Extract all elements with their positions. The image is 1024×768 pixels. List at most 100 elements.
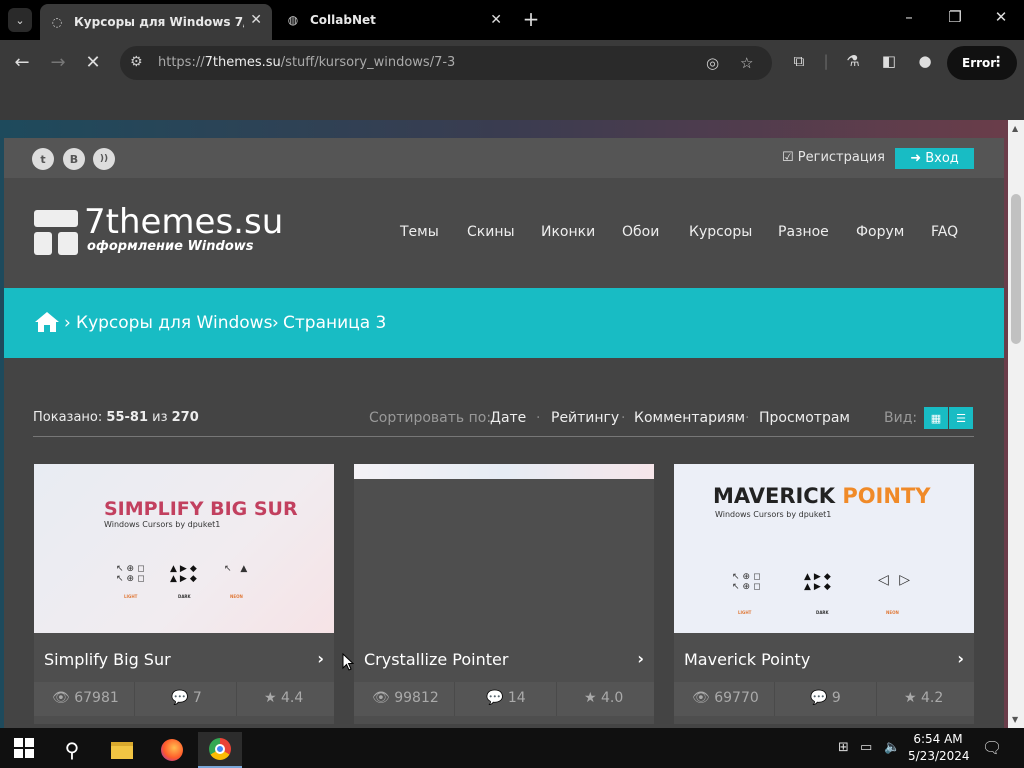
side-panel-icon[interactable]: ◧ xyxy=(878,52,900,70)
preview-subtitle: Windows Cursors by dpuket1 xyxy=(715,510,832,519)
card-title[interactable]: Maverick Pointy xyxy=(684,650,810,669)
volume-muted-icon[interactable]: 🔈 xyxy=(884,740,900,755)
tab-strip: ⌄ ◌ Курсоры для Windows 7/8/10... ✕ ◍ Co… xyxy=(0,0,1024,40)
extensions-icon[interactable]: ⧉ xyxy=(788,52,810,70)
eye-off-icon[interactable]: ◎ xyxy=(706,54,719,72)
register-link[interactable]: ☑ Регистрация xyxy=(782,150,885,165)
views-count: 👁 67981 xyxy=(52,690,119,706)
site-header: 7themes.su оформление Windows Темы Скины… xyxy=(4,178,1004,288)
nav-icons[interactable]: Иконки xyxy=(541,224,595,240)
login-button[interactable]: ➜ Вход xyxy=(895,148,974,169)
comments-icon: 💬 xyxy=(486,690,504,706)
toolbar-separator: | xyxy=(823,52,829,70)
nav-skins[interactable]: Скины xyxy=(467,224,515,240)
labs-icon[interactable]: ⚗ xyxy=(842,52,864,70)
new-tab-button[interactable]: + xyxy=(520,8,542,30)
stat-separator xyxy=(236,682,237,716)
card-preview-image[interactable] xyxy=(354,464,654,633)
card-title[interactable]: Simplify Big Sur xyxy=(44,650,171,669)
cursor-variant-label: NEON xyxy=(886,610,899,615)
menu-dots-icon[interactable]: ⋮ xyxy=(991,54,1005,70)
scroll-thumb[interactable] xyxy=(1011,194,1021,344)
logo-icon[interactable] xyxy=(34,210,78,255)
breadcrumb-cursors[interactable]: Курсоры для Windows xyxy=(76,313,272,333)
firefox-icon[interactable] xyxy=(150,732,194,768)
logo-text[interactable]: 7themes.su xyxy=(84,203,283,241)
system-clock[interactable]: 6:54 AM 5/23/2024 xyxy=(908,731,970,765)
grid-view-icon[interactable]: ▦ xyxy=(924,407,948,429)
cursor-variant-label: LIGHT xyxy=(124,594,138,599)
tab-title: CollabNet xyxy=(310,13,376,27)
tray-app-icon[interactable]: ⊞ xyxy=(838,740,849,755)
theme-card[interactable]: SIMPLIFY BIG SUR Windows Cursors by dpuk… xyxy=(34,464,334,724)
close-window-button[interactable]: ✕ xyxy=(986,8,1016,26)
chevron-right-icon[interactable]: › xyxy=(317,649,324,668)
nav-cursors[interactable]: Курсоры xyxy=(689,224,752,240)
cursor-variant-label: LIGHT xyxy=(738,610,752,615)
sort-by-comments[interactable]: Комментариям xyxy=(634,410,745,426)
back-button[interactable]: ← xyxy=(9,50,35,76)
tab-cursors[interactable]: ◌ Курсоры для Windows 7/8/10... ✕ xyxy=(40,4,272,40)
rating-value: ★ 4.0 xyxy=(584,690,624,706)
windows-start-icon[interactable] xyxy=(14,738,34,758)
sort-by-views[interactable]: Просмотрам xyxy=(759,410,850,426)
preview-subtitle: Windows Cursors by dpuket1 xyxy=(104,520,221,529)
cursor-preview-light: ↖⊕◻ ↖⊕◻ xyxy=(116,564,148,584)
star-icon: ★ xyxy=(904,690,917,706)
card-stats: 👁 69770 💬 9 ★ 4.2 xyxy=(674,682,974,716)
site-info-icon[interactable]: ⚙ xyxy=(130,54,143,70)
top-bar: t B )) ☑ Регистрация ➜ Вход xyxy=(4,138,1004,178)
star-icon[interactable]: ☆ xyxy=(740,54,753,72)
stop-button[interactable]: ✕ xyxy=(80,50,106,76)
nav-misc[interactable]: Разное xyxy=(778,224,829,240)
rss-icon[interactable]: )) xyxy=(93,148,115,170)
minimize-button[interactable]: – xyxy=(894,8,924,26)
network-icon[interactable]: ▭ xyxy=(860,740,872,755)
chrome-icon[interactable] xyxy=(198,732,242,768)
url-text[interactable]: https://7themes.su/stuff/kursory_windows… xyxy=(158,55,455,70)
close-tab-icon[interactable]: ✕ xyxy=(250,12,262,28)
scroll-up-icon[interactable]: ▲ xyxy=(1012,124,1018,133)
stat-separator xyxy=(556,682,557,716)
notifications-icon[interactable]: 🗨 xyxy=(982,738,1002,757)
nav-faq[interactable]: FAQ xyxy=(931,224,958,240)
chevron-right-icon[interactable]: › xyxy=(957,649,964,668)
twitter-icon[interactable]: t xyxy=(32,148,54,170)
forward-button[interactable]: → xyxy=(45,50,71,76)
close-tab-icon[interactable]: ✕ xyxy=(490,12,502,28)
chevron-right-icon[interactable]: › xyxy=(637,649,644,668)
preview-title: MAVERICK POINTY xyxy=(713,484,931,508)
card-title[interactable]: Crystallize Pointer xyxy=(364,650,508,669)
nav-forum[interactable]: Форум xyxy=(856,224,904,240)
restore-button[interactable]: ❐ xyxy=(940,8,970,26)
file-explorer-icon[interactable] xyxy=(100,732,144,768)
star-icon: ★ xyxy=(264,690,277,706)
eye-icon: 👁 xyxy=(52,690,70,706)
address-bar[interactable]: ⚙ https://7themes.su/stuff/kursory_windo… xyxy=(120,46,772,80)
nav-wallpapers[interactable]: Обои xyxy=(622,224,659,240)
error-button[interactable]: Error ⋮ xyxy=(947,46,1017,80)
profile-icon[interactable]: ● xyxy=(914,52,936,70)
search-icon[interactable]: ⚲ xyxy=(50,732,94,768)
cursor-variant-label: DARK xyxy=(816,610,829,615)
card-preview-image[interactable]: MAVERICK POINTY Windows Cursors by dpuke… xyxy=(674,464,974,633)
nav-themes[interactable]: Темы xyxy=(400,224,439,240)
home-icon[interactable] xyxy=(34,311,60,333)
sort-by-rating[interactable]: Рейтингу xyxy=(551,410,619,426)
sort-bar: Показано: 55-81 из 270 Сортировать по: Д… xyxy=(4,406,1004,438)
tab-search-button[interactable]: ⌄ xyxy=(8,8,32,32)
vk-icon[interactable]: B xyxy=(63,148,85,170)
theme-card[interactable]: MAVERICK POINTY Windows Cursors by dpuke… xyxy=(674,464,974,724)
theme-card[interactable]: Crystallize Pointer › 👁 99812 💬 14 ★ 4.0 xyxy=(354,464,654,724)
list-view-icon[interactable]: ☰ xyxy=(949,407,973,429)
mouse-pointer-icon xyxy=(342,653,354,671)
cursor-preview-neon: ↖ ▲ xyxy=(224,564,251,574)
preview-title: SIMPLIFY BIG SUR xyxy=(104,498,298,520)
page-scrollbar[interactable]: ▲ ▼ xyxy=(1008,120,1024,728)
clock-date: 5/23/2024 xyxy=(908,749,970,763)
sort-by-date[interactable]: Дате xyxy=(490,410,526,426)
scroll-down-icon[interactable]: ▼ xyxy=(1012,715,1018,724)
tab-collabnet[interactable]: ◍ CollabNet ✕ xyxy=(276,4,512,36)
card-preview-image[interactable]: SIMPLIFY BIG SUR Windows Cursors by dpuk… xyxy=(34,464,334,633)
eye-icon: 👁 xyxy=(372,690,390,706)
